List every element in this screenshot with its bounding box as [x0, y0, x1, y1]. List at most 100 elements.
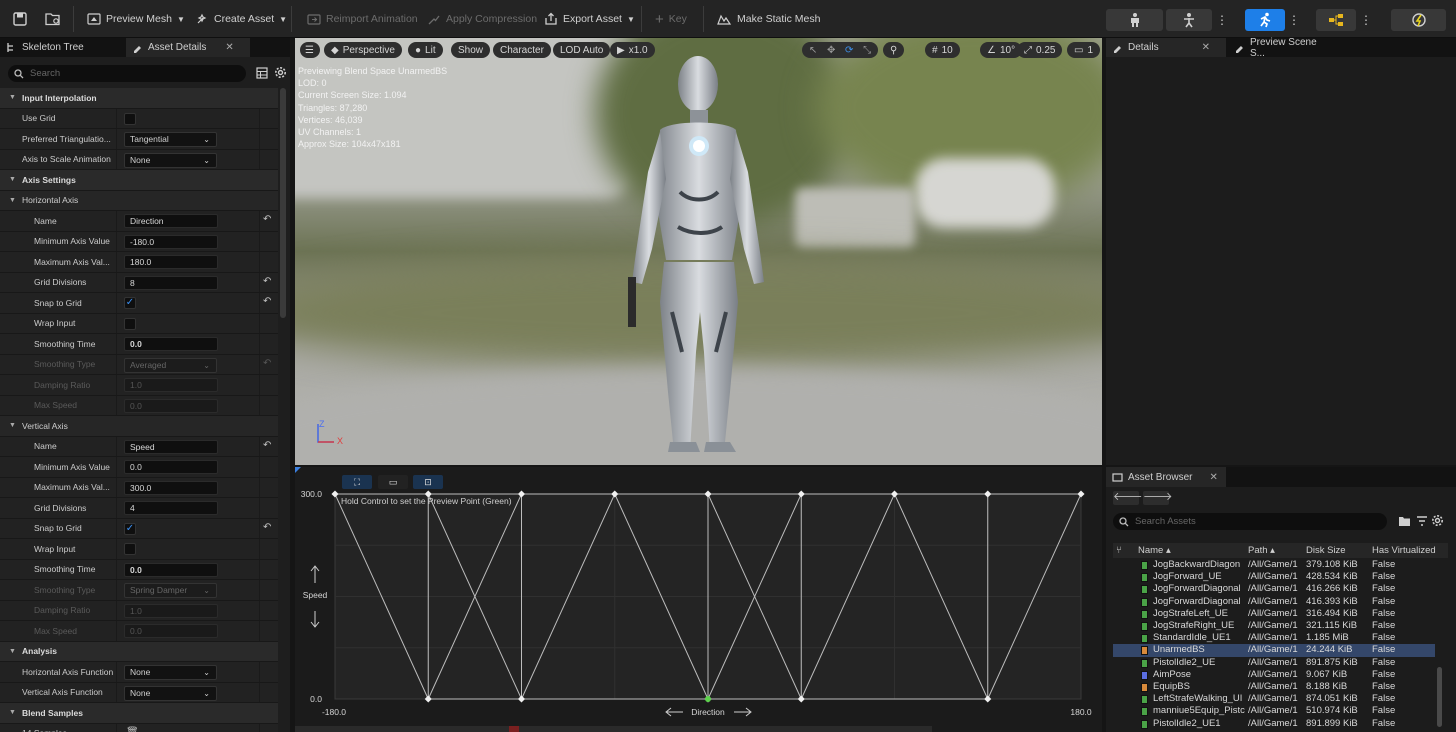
reset-to-default-icon[interactable]: ↶ — [263, 358, 271, 369]
tab-details[interactable]: Details ✕ — [1106, 38, 1226, 57]
dropdown-select[interactable]: Averaged ⌄ — [124, 357, 217, 373]
preview-point[interactable] — [705, 696, 711, 702]
checkbox[interactable]: ✓ — [124, 522, 136, 535]
value-field[interactable]: 0.0 — [124, 460, 218, 474]
export-asset-button[interactable]: Export Asset ▼ — [539, 8, 640, 30]
category-header[interactable]: ▼ Analysis — [0, 641, 278, 662]
category-header[interactable]: ▼ Blend Samples — [0, 703, 278, 724]
lit-button[interactable]: ● Lit — [408, 42, 443, 58]
asset-row[interactable]: JogBackwardDiagon/All/Game/1 379.108 KiB F… — [1113, 559, 1435, 571]
column-divider[interactable] — [116, 149, 117, 169]
value-field[interactable]: Speed — [124, 439, 218, 454]
make-static-mesh-button[interactable]: Make Static Mesh — [711, 8, 825, 30]
chevron-down-icon[interactable]: ▼ — [9, 709, 16, 716]
physics-mode-button[interactable] — [1391, 9, 1446, 31]
column-options-icon[interactable]: ⑂ — [1116, 545, 1122, 556]
trash-icon[interactable]: 🗑 — [126, 727, 139, 732]
column-divider[interactable] — [116, 334, 117, 354]
column-divider[interactable] — [116, 313, 117, 333]
reset-to-default-icon[interactable]: ↶ — [263, 440, 271, 451]
reset-to-default-icon[interactable]: ↶ — [263, 276, 271, 287]
column-divider[interactable] — [116, 108, 117, 128]
chevron-down-icon[interactable]: ▼ — [9, 422, 16, 429]
gear-icon[interactable] — [274, 66, 287, 79]
column-divider[interactable] — [116, 272, 117, 292]
value-field[interactable]: 1.0 — [124, 378, 218, 392]
asset-row[interactable]: JogStrafeRight_UE/All/Game/1 321.115 KiB F… — [1113, 620, 1435, 632]
mesh-mode-button[interactable] — [1166, 9, 1212, 31]
column-divider[interactable] — [116, 231, 117, 251]
column-has-virtualized[interactable]: Has Virtualized — [1372, 545, 1436, 556]
scale-icon[interactable]: ⤡ — [863, 45, 871, 56]
column-divider[interactable] — [116, 252, 117, 272]
column-divider[interactable] — [116, 293, 117, 313]
reimport-animation-button[interactable]: Reimport Animation — [302, 8, 423, 30]
details-scrollbar[interactable] — [280, 88, 286, 318]
column-divider[interactable] — [116, 129, 117, 149]
grid-snap-button[interactable]: # 10 — [925, 42, 960, 58]
viewport-menu-button[interactable]: ☰ — [300, 42, 320, 58]
asset-scrollbar[interactable] — [1437, 667, 1442, 727]
chevron-down-icon[interactable]: ▼ — [9, 94, 16, 101]
blend-space-editor[interactable]: ⛶ ▭ ⊡ Hold Control to set the Preview Po… — [295, 467, 1102, 732]
close-icon[interactable]: ✕ — [1209, 472, 1217, 483]
checkbox[interactable] — [124, 112, 136, 125]
column-divider[interactable] — [116, 682, 117, 702]
column-divider[interactable] — [116, 436, 117, 456]
reset-to-default-icon[interactable]: ↶ — [263, 214, 271, 225]
asset-row[interactable]: UnarmedBS/All/Game/1 24.244 KiB False — [1113, 644, 1435, 657]
value-field[interactable]: 0.0 — [124, 337, 218, 351]
close-icon[interactable]: ✕ — [1202, 42, 1210, 53]
column-divider[interactable] — [116, 477, 117, 497]
asset-row[interactable]: manniue5Equip_Pistc/All/Game/1 510.974 Ki… — [1113, 705, 1435, 717]
reset-to-default-icon[interactable]: ↶ — [263, 296, 271, 307]
value-field[interactable]: 8 — [124, 275, 218, 290]
chevron-down-icon[interactable]: ▼ — [9, 197, 16, 204]
tab-skeleton-tree[interactable]: Skeleton Tree — [0, 38, 124, 57]
reset-to-default-icon[interactable]: ↶ — [263, 522, 271, 533]
gear-icon[interactable] — [1431, 514, 1444, 527]
dropdown-select[interactable]: Tangential ⌄ — [124, 132, 217, 147]
checkbox[interactable] — [124, 317, 136, 330]
rotate-icon[interactable]: ⟳ — [845, 45, 853, 56]
forward-button[interactable]: 🡒 — [1143, 491, 1173, 505]
back-button[interactable]: 🡐 — [1113, 491, 1143, 505]
chevron-down-icon[interactable]: ▼ — [9, 176, 16, 183]
value-field[interactable]: Direction — [124, 214, 218, 228]
perspective-button[interactable]: ◆ Perspective — [324, 42, 402, 58]
column-divider[interactable] — [116, 457, 117, 477]
column-divider[interactable] — [116, 662, 117, 682]
column-divider[interactable] — [116, 354, 117, 374]
value-field[interactable]: 0.0 — [124, 562, 218, 577]
value-field[interactable]: 0.0 — [124, 398, 218, 413]
column-name[interactable]: Name ▴ — [1138, 545, 1171, 556]
save-button[interactable] — [8, 8, 32, 30]
select-icon[interactable]: ↖ — [809, 45, 817, 56]
asset-row[interactable]: JogForward_UE/All/Game/1 428.534 KiB False — [1113, 571, 1435, 583]
rotation-snap-button[interactable]: ∠ 10° — [980, 42, 1023, 58]
chevron-down-icon[interactable]: ▼ — [9, 648, 16, 655]
checkbox[interactable] — [124, 543, 136, 555]
tab-preview-scene-settings[interactable]: Preview Scene S... — [1228, 37, 1340, 59]
asset-row[interactable]: JogStrafeLeft_UE/All/Game/1 316.494 KiB Fa… — [1113, 608, 1435, 620]
browse-button[interactable] — [40, 8, 66, 30]
close-icon[interactable]: ✕ — [225, 42, 233, 53]
column-divider[interactable] — [116, 395, 117, 415]
value-field[interactable]: 180.0 — [124, 255, 218, 269]
mesh-options-kebab-icon[interactable]: ⋮ — [1216, 10, 1228, 30]
folder-icon[interactable] — [1398, 515, 1411, 527]
asset-row[interactable]: PistolIdle2_UE/All/Game/1 891.875 KiB Fals… — [1113, 657, 1435, 669]
blueprint-options-kebab-icon[interactable]: ⋮ — [1360, 10, 1372, 30]
column-divider[interactable] — [116, 580, 117, 600]
character-button[interactable]: Character — [493, 42, 551, 58]
asset-row[interactable]: JogForwardDiagonal/All/Game/1 416.266 KiB… — [1113, 583, 1435, 595]
asset-row[interactable]: EquipBS/All/Game/1 8.188 KiB False — [1113, 681, 1435, 693]
create-asset-button[interactable]: Create Asset ▼ — [190, 8, 292, 30]
column-divider[interactable] — [116, 600, 117, 620]
category-header[interactable]: ▼ Input Interpolation — [0, 88, 278, 109]
surface-snap-button[interactable]: ⚲ — [883, 42, 905, 58]
blueprint-mode-button[interactable] — [1316, 9, 1356, 31]
search-input[interactable]: Search — [8, 65, 246, 82]
subcategory-header[interactable]: ▼ Vertical Axis — [0, 416, 278, 437]
show-button[interactable]: Show — [451, 42, 491, 58]
